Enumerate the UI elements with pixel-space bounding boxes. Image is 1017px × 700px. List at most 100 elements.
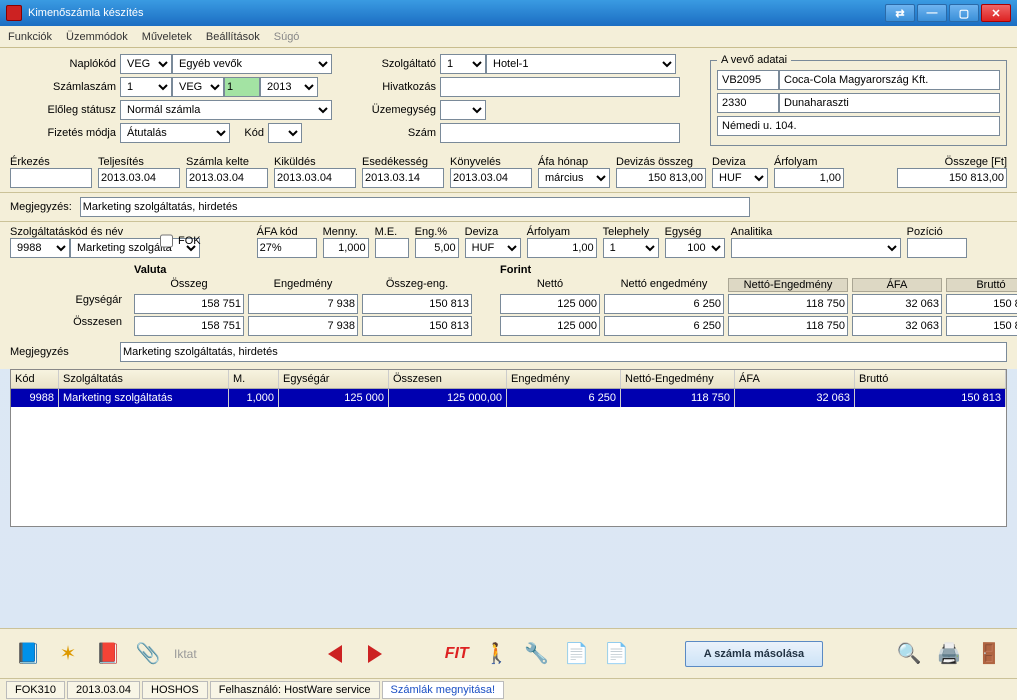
konyv-input[interactable] — [450, 168, 532, 188]
naplokod-nev-select[interactable]: Egyéb vevők — [172, 54, 332, 74]
kikuld-lbl: Kiküldés — [274, 156, 356, 168]
eloleg-select[interactable]: Normál számla — [120, 100, 332, 120]
anal-select[interactable] — [731, 238, 901, 258]
r2c3[interactable] — [362, 316, 472, 336]
person-icon[interactable]: 🚶 — [483, 640, 511, 668]
wrench-icon[interactable]: 🔧 — [523, 640, 551, 668]
th-osszesen[interactable]: Összesen — [389, 370, 507, 388]
window-title: Kimenőszámla készítés — [28, 7, 144, 19]
r2c8[interactable] — [946, 316, 1017, 336]
afakod-input[interactable] — [257, 238, 317, 258]
r1c8[interactable] — [946, 294, 1017, 314]
szolgaltato-a[interactable]: 1 — [440, 54, 486, 74]
arf-input[interactable] — [527, 238, 597, 258]
th-m[interactable]: M. — [229, 370, 279, 388]
status-link[interactable]: Számlák megnyitása! — [382, 681, 505, 699]
th-afa[interactable]: ÁFA — [735, 370, 855, 388]
copy-invoice-button[interactable]: A számla másolása — [685, 641, 823, 667]
next-icon[interactable] — [361, 640, 389, 668]
th-nettoeng[interactable]: Nettó-Engedmény — [621, 370, 735, 388]
kod-select[interactable] — [268, 123, 302, 143]
th-kod[interactable]: Kód — [11, 370, 59, 388]
menu-beallitasok[interactable]: Beállítások — [206, 31, 260, 43]
r1c7[interactable] — [852, 294, 942, 314]
svc-megj-input[interactable] — [120, 342, 1007, 362]
fizmod-select[interactable]: Átutalás — [120, 123, 230, 143]
r1c3[interactable] — [362, 294, 472, 314]
r2c2[interactable] — [248, 316, 358, 336]
r2c7[interactable] — [852, 316, 942, 336]
szam-input[interactable] — [440, 123, 680, 143]
swap-button[interactable]: ⇄ — [885, 4, 915, 22]
afahon-select[interactable]: március — [538, 168, 610, 188]
doc2-icon[interactable]: 📄 — [603, 640, 631, 668]
th-egysegar[interactable]: Egységár — [279, 370, 389, 388]
th-szolg[interactable]: Szolgáltatás — [59, 370, 229, 388]
deviza-select[interactable]: HUF — [712, 168, 768, 188]
r2c6[interactable] — [728, 316, 848, 336]
table-row[interactable]: 9988 Marketing szolgáltatás 1,000 125 00… — [11, 389, 1006, 407]
iktat-label[interactable]: Iktat — [174, 647, 197, 661]
eng-input[interactable] — [415, 238, 459, 258]
naplokod-select[interactable]: VEG — [120, 54, 172, 74]
vevo-kod[interactable]: VB2095 — [717, 70, 779, 90]
menu-sugo[interactable]: Súgó — [274, 31, 300, 43]
menny-input[interactable] — [323, 238, 369, 258]
erkezes-input[interactable] — [10, 168, 92, 188]
kelt-input[interactable] — [186, 168, 268, 188]
tool-3-icon[interactable]: 📕 — [94, 640, 122, 668]
szamlaszam-b[interactable]: VEG — [172, 77, 224, 97]
r1c5[interactable] — [604, 294, 724, 314]
r1c4[interactable] — [500, 294, 600, 314]
me-input[interactable] — [375, 238, 409, 258]
maximize-button[interactable]: ▢ — [949, 4, 979, 22]
szamlaszam-a[interactable]: 1 — [120, 77, 172, 97]
szamlaszam-d[interactable]: 2013 — [260, 77, 318, 97]
close-button[interactable]: ✕ — [981, 4, 1011, 22]
r2c5[interactable] — [604, 316, 724, 336]
print-icon[interactable]: 🖨️ — [935, 640, 963, 668]
vevo-irsz[interactable]: 2330 — [717, 93, 779, 113]
fit-icon[interactable]: FIT — [443, 640, 471, 668]
exit-icon[interactable]: 🚪 — [975, 640, 1003, 668]
egys-select[interactable]: 100 — [665, 238, 725, 258]
fok-checkbox[interactable] — [160, 231, 173, 251]
szolgaltato-b[interactable]: Hotel-1 — [486, 54, 676, 74]
esed-input[interactable] — [362, 168, 444, 188]
poz-input[interactable] — [907, 238, 967, 258]
svckod-select[interactable]: 9988 — [10, 238, 70, 258]
menu-uzemmodok[interactable]: Üzemmódok — [66, 31, 128, 43]
r1c1[interactable] — [134, 294, 244, 314]
arfolyam-lbl: Árfolyam — [774, 156, 844, 168]
vevo-varos[interactable]: Dunaharaszti — [779, 93, 1000, 113]
star-icon[interactable]: ✶ — [54, 640, 82, 668]
tool-1-icon[interactable]: 📘 — [14, 640, 42, 668]
hivatkozas-input[interactable] — [440, 77, 680, 97]
kikuld-input[interactable] — [274, 168, 356, 188]
r1c2[interactable] — [248, 294, 358, 314]
items-table[interactable]: Kód Szolgáltatás M. Egységár Összesen En… — [10, 369, 1007, 527]
menu-funkciok[interactable]: Funkciók — [8, 31, 52, 43]
r2c4[interactable] — [500, 316, 600, 336]
szamlaszam-c[interactable] — [224, 77, 260, 97]
vevo-cim[interactable]: Némedi u. 104. — [717, 116, 1000, 136]
telj-input[interactable] — [98, 168, 180, 188]
r1c6[interactable] — [728, 294, 848, 314]
devosz-input[interactable] — [616, 168, 706, 188]
r2c1[interactable] — [134, 316, 244, 336]
doc1-icon[interactable]: 📄 — [563, 640, 591, 668]
osszege-input[interactable] — [897, 168, 1007, 188]
prev-icon[interactable] — [321, 640, 349, 668]
megjegyzes-input[interactable] — [80, 197, 750, 217]
uzemegyseg-select[interactable] — [440, 100, 486, 120]
minimize-button[interactable]: — — [917, 4, 947, 22]
search-icon[interactable]: 🔍 — [895, 640, 923, 668]
arfolyam-input[interactable] — [774, 168, 844, 188]
dev-select[interactable]: HUF — [465, 238, 521, 258]
paperclip-icon[interactable]: 📎 — [134, 640, 162, 668]
th-engedmeny[interactable]: Engedmény — [507, 370, 621, 388]
menu-muveletek[interactable]: Műveletek — [142, 31, 192, 43]
vevo-nev[interactable]: Coca-Cola Magyarország Kft. — [779, 70, 1000, 90]
th-brutto[interactable]: Bruttó — [855, 370, 1006, 388]
tel-select[interactable]: 1 — [603, 238, 659, 258]
